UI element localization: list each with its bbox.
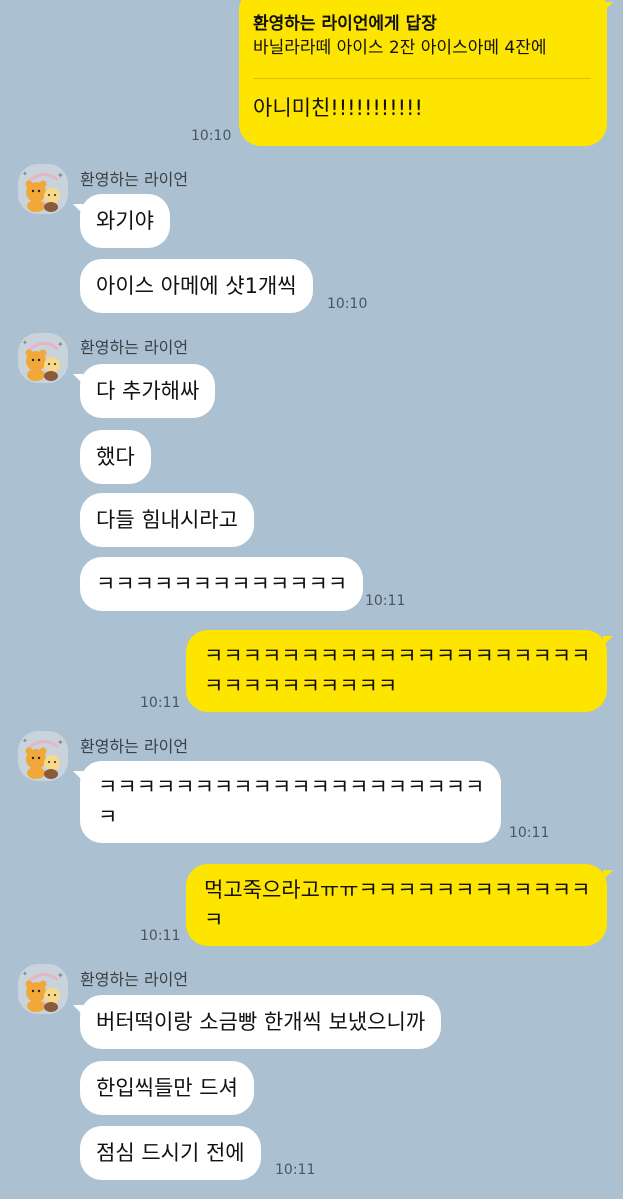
reply-quoted-text: 바닐라라떼 아이스 2잔 아이스아메 4잔에 [253,38,547,58]
message-text: ㅋ [98,805,118,829]
message-text: 먹고죽으라고ㅠㅠㅋㅋㅋㅋㅋㅋㅋㅋㅋㅋㅋㅋ [204,878,591,902]
message-text: 다들 힘내시라고 [96,508,238,532]
sender-avatar[interactable]: ✦ ✦ [18,964,68,1014]
message-time: 10:11 [140,928,181,944]
message-text: ㅋ [204,908,224,932]
svg-text:✦: ✦ [57,171,64,180]
sender-name: 환영하는 라이언 [80,737,189,756]
message-bubble[interactable]: 했다 [80,430,151,484]
ryan-choonsik-avatar-icon: ✦ ✦ [18,731,68,781]
svg-text:✦: ✦ [57,340,64,349]
sender-avatar[interactable]: ✦ ✦ [18,164,68,214]
message-bubble[interactable]: 먹고죽으라고ㅠㅠㅋㅋㅋㅋㅋㅋㅋㅋㅋㅋㅋㅋ ㅋ [186,864,607,946]
message-text: 점심 드시기 전에 [96,1141,245,1165]
message-bubble[interactable]: ㅋㅋㅋㅋㅋㅋㅋㅋㅋㅋㅋㅋㅋ [80,557,364,611]
reply-header: 환영하는 라이언에게 답장 [253,14,437,34]
ryan-choonsik-avatar-icon: ✦ ✦ [18,164,68,214]
message-text: 한입씩들만 드셔 [96,1076,238,1100]
message-bubble[interactable]: 와기야 [80,194,170,248]
ryan-choonsik-avatar-icon: ✦ ✦ [18,333,68,383]
sender-name: 환영하는 라이언 [80,170,189,189]
message-time: 10:11 [275,1162,316,1178]
bubble-tail [73,771,83,781]
message-text: 버터떡이랑 소금빵 한개씩 보냈으니까 [96,1010,426,1034]
bubble-tail [603,2,613,12]
message-bubble[interactable]: 다 추가해싸 [80,364,216,418]
bubble-tail [73,374,83,384]
bubble-tail [73,1005,83,1015]
message-text: 아이스 아메에 샷1개씩 [96,274,297,298]
message-text: ㅋㅋㅋㅋㅋㅋㅋㅋㅋㅋㅋㅋㅋㅋㅋㅋㅋㅋㅋㅋ [98,775,485,799]
message-text: ㅋㅋㅋㅋㅋㅋㅋㅋㅋㅋㅋㅋㅋㅋㅋㅋㅋㅋㅋㅋ [204,644,591,668]
message-text: ㅋㅋㅋㅋㅋㅋㅋㅋㅋㅋㅋㅋㅋ [96,572,348,596]
svg-text:✦: ✦ [22,737,28,745]
svg-text:✦: ✦ [22,970,28,978]
message-text: 아니미친!!!!!!!!!!! [253,96,423,120]
sender-avatar[interactable]: ✦ ✦ [18,333,68,383]
message-bubble[interactable]: 점심 드시기 전에 [80,1126,261,1180]
bubble-tail [603,870,613,880]
sender-name: 환영하는 라이언 [80,970,189,989]
message-text: 다 추가해싸 [96,379,200,403]
message-time: 10:11 [509,825,550,841]
svg-text:✦: ✦ [57,738,64,747]
message-time: 10:10 [191,128,232,144]
message-text: 와기야 [96,209,154,233]
message-bubble[interactable]: 버터떡이랑 소금빵 한개씩 보냈으니까 [80,995,442,1049]
svg-text:✦: ✦ [22,170,28,178]
message-bubble[interactable]: 아이스 아메에 샷1개씩 [80,259,313,313]
message-time: 10:11 [140,695,181,711]
message-bubble[interactable]: ㅋㅋㅋㅋㅋㅋㅋㅋㅋㅋㅋㅋㅋㅋㅋㅋㅋㅋㅋㅋ ㅋㅋㅋㅋㅋㅋㅋㅋㅋㅋ [186,630,607,712]
message-time: 10:10 [327,296,368,312]
message-bubble[interactable]: ㅋㅋㅋㅋㅋㅋㅋㅋㅋㅋㅋㅋㅋㅋㅋㅋㅋㅋㅋㅋ ㅋ [80,761,501,843]
ryan-choonsik-avatar-icon: ✦ ✦ [18,964,68,1014]
message-bubble[interactable]: 한입씩들만 드셔 [80,1061,254,1115]
svg-text:✦: ✦ [22,339,28,347]
bubble-tail [73,204,83,214]
message-text: 했다 [96,445,135,469]
message-bubble[interactable]: 다들 힘내시라고 [80,493,254,547]
bubble-tail [603,636,613,646]
reply-message-bubble[interactable]: 환영하는 라이언에게 답장 바닐라라떼 아이스 2잔 아이스아메 4잔에 아니미… [239,0,607,146]
reply-divider [253,78,591,79]
sender-avatar[interactable]: ✦ ✦ [18,731,68,781]
message-text: ㅋㅋㅋㅋㅋㅋㅋㅋㅋㅋ [204,674,398,698]
svg-text:✦: ✦ [57,971,64,980]
message-time: 10:11 [365,593,406,609]
sender-name: 환영하는 라이언 [80,338,189,357]
